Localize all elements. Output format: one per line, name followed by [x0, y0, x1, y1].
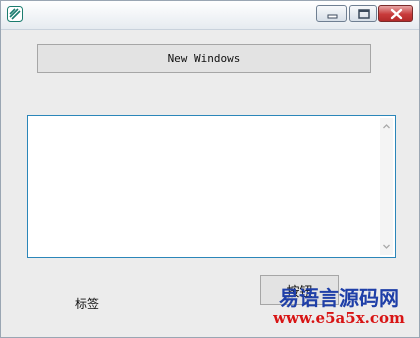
watermark: 易语言源码网 www.e5a5x.com	[259, 288, 419, 326]
text-area[interactable]	[27, 115, 396, 258]
scroll-down-arrow-icon[interactable]	[382, 242, 391, 251]
minimize-button[interactable]	[316, 5, 347, 22]
app-window: New Windows 标签 按钮 易语言源码网 www.e5a5x.com	[0, 0, 420, 338]
app-icon	[7, 6, 23, 22]
maximize-icon	[358, 9, 370, 19]
minimize-icon	[327, 14, 338, 19]
close-button[interactable]	[378, 5, 413, 22]
scroll-up-arrow-icon[interactable]	[382, 122, 391, 131]
title-bar[interactable]	[1, 1, 419, 30]
watermark-url: www.e5a5x.com	[273, 309, 405, 327]
vertical-scrollbar[interactable]	[380, 118, 393, 255]
watermark-title: 易语言源码网	[279, 286, 399, 310]
maximize-button[interactable]	[349, 5, 377, 22]
static-label: 标签	[75, 297, 100, 311]
close-icon	[390, 8, 403, 20]
new-windows-button[interactable]: New Windows	[37, 44, 371, 73]
